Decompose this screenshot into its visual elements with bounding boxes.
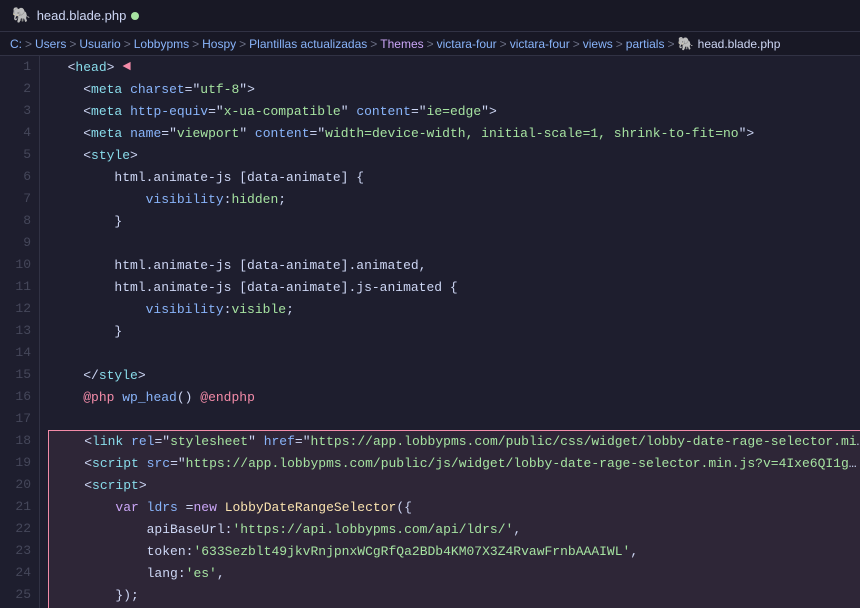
- code-line-6: html.animate-js [data-animate] {: [52, 166, 860, 188]
- ln-13: 13: [8, 320, 31, 342]
- ln-18: 18: [8, 430, 31, 452]
- ln-16: 16: [8, 386, 31, 408]
- code-line-10: html.animate-js [data-animate].animated,: [52, 254, 860, 276]
- ln-15: 15: [8, 364, 31, 386]
- ln-7: 7: [8, 188, 31, 210]
- code-line-14: [52, 342, 860, 364]
- code-line-17: [52, 408, 860, 430]
- ln-25: 25: [8, 584, 31, 606]
- ln-20: 20: [8, 474, 31, 496]
- ln-24: 24: [8, 562, 31, 584]
- code-line-18: <link rel="stylesheet" href="https://app…: [48, 430, 860, 452]
- line-numbers: 1 2 3 4 5 6 7 8 9 10 11 12 13 14 15 16 1…: [0, 56, 40, 608]
- code-line-13: }: [52, 320, 860, 342]
- editor: 1 2 3 4 5 6 7 8 9 10 11 12 13 14 15 16 1…: [0, 56, 860, 608]
- breadcrumb-themes: Themes: [380, 37, 423, 51]
- ln-9: 9: [8, 232, 31, 254]
- modified-dot: [131, 12, 139, 20]
- code-line-8: }: [52, 210, 860, 232]
- code-line-12: visibility: visible;: [52, 298, 860, 320]
- ln-4: 4: [8, 122, 31, 144]
- code-line-15: </style>: [52, 364, 860, 386]
- code-line-21: var ldrs = new LobbyDateRangeSelector({: [48, 496, 860, 518]
- code-line-1: <head> ◄: [52, 56, 860, 78]
- code-line-25: });: [48, 584, 860, 606]
- code-area[interactable]: <head> ◄ <meta charset="utf-8"> <meta ht…: [40, 56, 860, 608]
- breadcrumb-usuario: Usuario: [79, 37, 120, 51]
- filename: head.blade.php: [37, 8, 127, 23]
- ln-17: 17: [8, 408, 31, 430]
- file-icon: 🐘: [12, 6, 31, 25]
- code-line-3: <meta http-equiv="x-ua-compatible" conte…: [52, 100, 860, 122]
- breadcrumb-filename: head.blade.php: [698, 37, 781, 51]
- title-bar: 🐘 head.blade.php: [0, 0, 860, 32]
- code-line-22: apiBaseUrl: 'https://api.lobbypms.com/ap…: [48, 518, 860, 540]
- code-line-2: <meta charset="utf-8">: [52, 78, 860, 100]
- code-line-5: <style>: [52, 144, 860, 166]
- code-line-23: token: '633Sezblt49jkvRnjpnxWCgRfQa2BDb4…: [48, 540, 860, 562]
- breadcrumb-victara1: victara-four: [437, 37, 497, 51]
- code-line-16: @php wp_head() @endphp: [52, 386, 860, 408]
- breadcrumb: C: > Users > Usuario > Lobbypms > Hospy …: [0, 32, 860, 56]
- ln-10: 10: [8, 254, 31, 276]
- code-line-11: html.animate-js [data-animate].js-animat…: [52, 276, 860, 298]
- ln-5: 5: [8, 144, 31, 166]
- ln-19: 19: [8, 452, 31, 474]
- breadcrumb-views: views: [583, 37, 613, 51]
- code-line-20: <script>: [48, 474, 860, 496]
- arrow-indicator: ◄: [122, 59, 130, 75]
- breadcrumb-c: C:: [10, 37, 22, 51]
- ln-12: 12: [8, 298, 31, 320]
- code-line-4: <meta name="viewport" content="width=dev…: [52, 122, 860, 144]
- breadcrumb-plantillas: Plantillas actualizadas: [249, 37, 367, 51]
- ln-14: 14: [8, 342, 31, 364]
- ln-6: 6: [8, 166, 31, 188]
- breadcrumb-hospy: Hospy: [202, 37, 236, 51]
- ln-1: 1: [8, 56, 31, 78]
- ln-2: 2: [8, 78, 31, 100]
- ln-23: 23: [8, 540, 31, 562]
- ln-3: 3: [8, 100, 31, 122]
- breadcrumb-elephant-icon: 🐘: [677, 36, 693, 52]
- code-line-9: [52, 232, 860, 254]
- ln-21: 21: [8, 496, 31, 518]
- breadcrumb-partials: partials: [626, 37, 665, 51]
- code-line-24: lang: 'es',: [48, 562, 860, 584]
- ln-11: 11: [8, 276, 31, 298]
- code-line-19: <script src="https://app.lobbypms.com/pu…: [48, 452, 860, 474]
- breadcrumb-lobbypms: Lobbypms: [134, 37, 189, 51]
- ln-22: 22: [8, 518, 31, 540]
- ln-8: 8: [8, 210, 31, 232]
- breadcrumb-victara2: victara-four: [510, 37, 570, 51]
- code-line-7: visibility: hidden;: [52, 188, 860, 210]
- breadcrumb-users: Users: [35, 37, 66, 51]
